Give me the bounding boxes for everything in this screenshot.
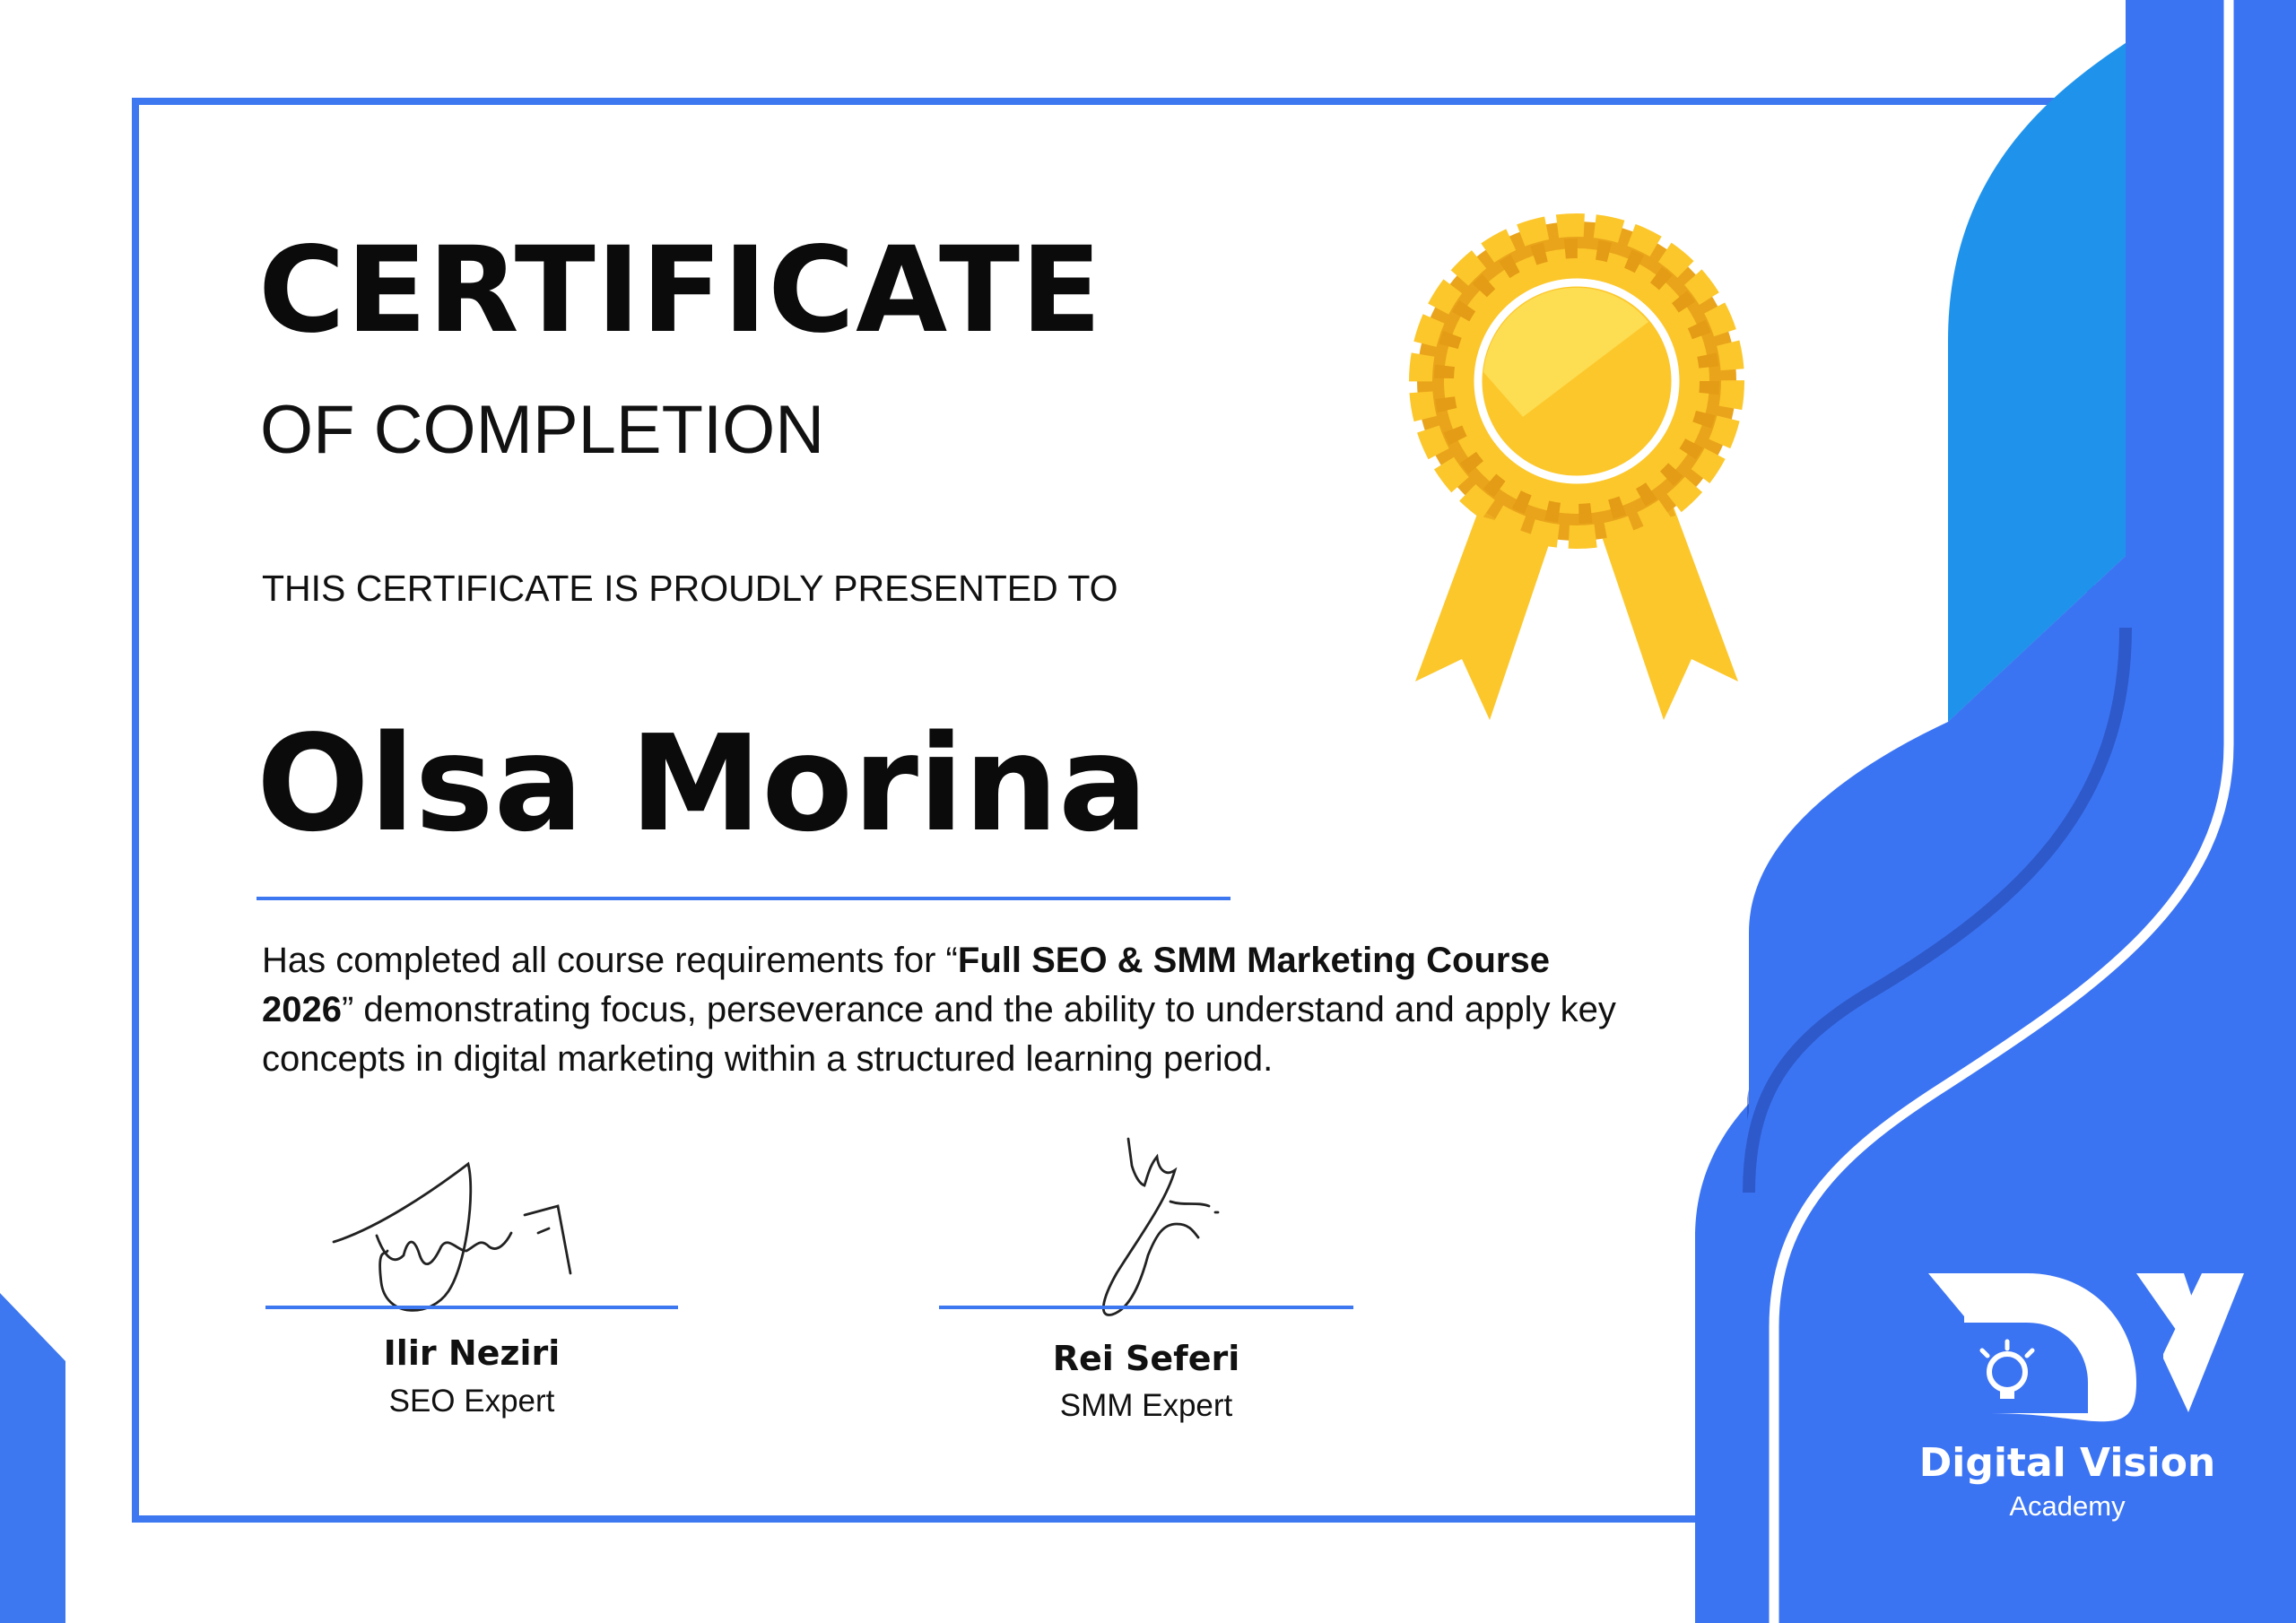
signatory-role: SMM Expert (1059, 1388, 1233, 1423)
signatory-name: Rei Seferi (1052, 1339, 1240, 1378)
signatory-name: Ilir Neziri (383, 1333, 561, 1373)
recipient-name: Olsa Morina (257, 707, 1148, 861)
certificate-title: CERTIFICATE (258, 221, 1103, 360)
brand-name: Digital Vision (1918, 1440, 2216, 1486)
signature-line (939, 1306, 1353, 1309)
statement-suffix: ” demonstrating focus, perseverance and … (262, 990, 1616, 1079)
signatory-role: SEO Expert (388, 1384, 555, 1419)
presented-to-line: THIS CERTIFICATE IS PROUDLY PRESENTED TO (262, 568, 1118, 609)
statement-prefix: Has completed all course requirements fo… (262, 941, 958, 980)
signature-line (265, 1306, 678, 1309)
name-underline (257, 897, 1231, 900)
certificate-subtitle: OF COMPLETION (260, 392, 825, 468)
brand-subtitle: Academy (2009, 1490, 2126, 1522)
completion-statement: Has completed all course requirements fo… (262, 936, 1643, 1084)
